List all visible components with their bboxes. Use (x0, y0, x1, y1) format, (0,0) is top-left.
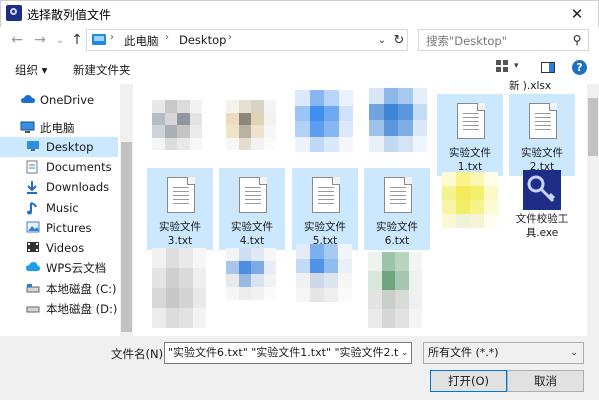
file-label: 实验文件 4.txt (231, 221, 273, 247)
sidebar-item-label: Desktop (46, 140, 94, 154)
view-dropdown-icon[interactable]: ▾ (514, 61, 519, 71)
sidebar-item-label: Pictures (46, 221, 92, 235)
sidebar-item-downloads[interactable]: Downloads (0, 177, 118, 197)
back-button[interactable]: ← (8, 31, 26, 49)
drive-icon (26, 302, 40, 316)
sidebar-item-label: Videos (46, 241, 85, 255)
desktop-icon (26, 140, 40, 154)
sidebar-item-wps-cloud[interactable]: WPS云文档 (0, 258, 118, 278)
breadcrumb-separator[interactable]: › (228, 32, 232, 43)
file-item[interactable]: 实验文件 3.txt (147, 168, 213, 250)
partial-file-label[interactable]: 新 ).xlsx (500, 78, 560, 93)
close-button[interactable]: ✕ (556, 0, 598, 27)
downloads-icon (26, 180, 40, 194)
text-file-icon (384, 177, 412, 213)
text-file-icon (239, 177, 267, 213)
breadcrumb-separator[interactable]: › (110, 32, 114, 43)
file-list-scrollbar-thumb[interactable] (588, 98, 598, 156)
file-type-select[interactable]: 所有文件 (*.*) (423, 342, 584, 364)
key-app-icon (523, 170, 561, 210)
sidebar-item-label: Documents (46, 160, 112, 174)
sidebar-item-drive-d[interactable]: 本地磁盘 (D:) (0, 299, 118, 319)
blurred-thumbnail[interactable] (226, 248, 276, 300)
blurred-thumbnail[interactable] (152, 100, 202, 150)
file-label: 文件校验工 具.exe (515, 213, 569, 239)
sidebar-item-documents[interactable]: Documents (0, 157, 118, 177)
address-dropdown-icon[interactable]: ⌄ (374, 29, 390, 51)
computer-icon (20, 121, 35, 135)
sidebar-item-label: WPS云文档 (46, 261, 107, 275)
blurred-thumbnail[interactable] (368, 252, 422, 328)
monitor-icon (92, 34, 106, 45)
file-item[interactable]: 实验文件 5.txt (292, 168, 358, 250)
filename-label: 文件名(N): (111, 347, 167, 361)
blurred-thumbnail[interactable] (226, 100, 276, 150)
blurred-thumbnail[interactable] (369, 88, 427, 152)
refresh-icon[interactable]: ↻ (390, 29, 408, 51)
view-options-icon[interactable] (496, 60, 510, 74)
sidebar-item-desktop[interactable]: Desktop (0, 137, 118, 157)
app-key-icon (6, 5, 22, 21)
sidebar-item-label: 此电脑 (40, 121, 75, 135)
file-label: 实验文件 6.txt (376, 221, 418, 247)
sidebar-item-label: 本地磁盘 (D:) (46, 302, 118, 316)
blurred-thumbnail[interactable] (295, 90, 353, 152)
help-icon[interactable]: ? (572, 60, 587, 75)
videos-icon (26, 241, 40, 255)
file-item[interactable]: 实验文件 2.txt (509, 94, 575, 176)
sidebar-item-label: 本地磁盘 (C:) (46, 282, 117, 296)
blurred-thumbnail[interactable] (152, 248, 206, 328)
text-file-icon (312, 177, 340, 213)
file-label: 实验文件 3.txt (159, 221, 201, 247)
file-label: 实验文件 1.txt (449, 147, 491, 173)
file-item[interactable]: 文件校验工 具.exe (509, 168, 575, 250)
organize-button[interactable]: 组织 ▾ (15, 62, 47, 78)
file-item[interactable]: 实验文件 6.txt (364, 168, 430, 250)
documents-icon (26, 160, 40, 174)
pictures-icon (26, 221, 40, 235)
text-file-icon (457, 103, 485, 139)
wps-cloud-icon (26, 261, 40, 275)
sidebar-item-this-pc[interactable]: 此电脑 (0, 118, 118, 138)
breadcrumb-separator[interactable]: › (165, 32, 169, 43)
new-folder-button[interactable]: 新建文件夹 (73, 62, 131, 78)
file-item[interactable]: 实验文件 4.txt (219, 168, 285, 250)
open-button[interactable]: 打开(O) (430, 370, 507, 392)
blurred-thumbnail[interactable] (296, 244, 352, 302)
cancel-button[interactable]: 取消 (507, 370, 584, 392)
preview-pane-icon[interactable] (541, 62, 555, 73)
window-title: 选择散列值文件 (27, 8, 112, 22)
sidebar-item-pictures[interactable]: Pictures (0, 218, 118, 238)
breadcrumb-desktop[interactable]: Desktop (179, 33, 226, 47)
filename-input[interactable]: "实验文件6.txt" "实验文件1.txt" "实验文件2.txt" "实 (164, 342, 412, 364)
text-file-icon (167, 177, 195, 213)
file-type-dropdown-icon[interactable]: ⌄ (566, 343, 582, 363)
blurred-thumbnail[interactable] (442, 172, 498, 228)
recent-locations-icon[interactable]: ⌄ (51, 31, 69, 49)
drive-icon (26, 282, 40, 296)
sidebar-item-label: OneDrive (40, 93, 95, 107)
file-item[interactable]: 实验文件 1.txt (437, 94, 503, 176)
breadcrumb-this-pc[interactable]: 此电脑 (124, 33, 159, 49)
sidebar-item-label: Downloads (46, 180, 110, 194)
up-button[interactable]: ↑ (68, 31, 86, 49)
forward-button[interactable]: → (31, 31, 49, 49)
sidebar-item-drive-c[interactable]: 本地磁盘 (C:) (0, 279, 118, 299)
search-icon[interactable]: ⚲ (568, 31, 586, 49)
sidebar-item-videos[interactable]: Videos (0, 238, 118, 258)
onedrive-icon (20, 93, 35, 107)
sidebar-item-label: Music (46, 201, 79, 215)
search-placeholder: 搜索"Desktop" (426, 34, 508, 48)
sidebar-item-music[interactable]: Music (0, 198, 118, 218)
sidebar-scrollbar-thumb[interactable] (121, 142, 132, 332)
filename-dropdown-icon[interactable]: ⌄ (398, 343, 411, 363)
music-icon (26, 201, 40, 215)
sidebar-item-onedrive[interactable]: OneDrive (0, 90, 118, 110)
text-file-icon (529, 103, 557, 139)
